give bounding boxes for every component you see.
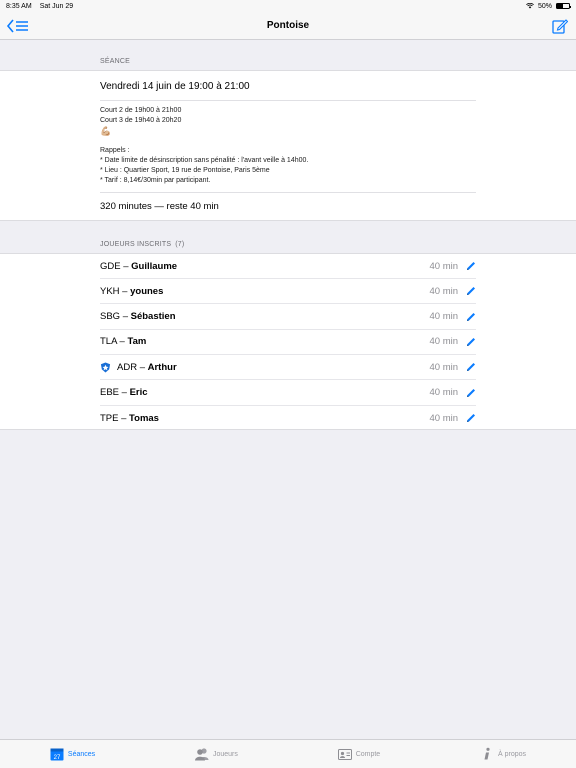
player-name: Guillaume [131,260,178,272]
tab-label: Séances [67,750,96,758]
pencil-edit-icon[interactable] [466,413,476,423]
player-name: Arthur [147,361,177,373]
reminder-line: * Lieu : Quartier Sport, 19 rue de Ponto… [100,167,270,174]
tab-compte[interactable]: Compte [337,747,381,761]
player-name: Sébastien [130,311,176,323]
tab-label: À propos [498,750,527,758]
player-name: younes [130,285,164,297]
players-header-label: JOUEURS INSCRITS [100,241,172,248]
divider [100,192,476,193]
player-row[interactable]: GDE – Guillaume 40 min [100,254,476,279]
player-row[interactable]: TPE – Tomas 40 min [100,406,476,431]
tab-a-propos[interactable]: À propos [480,747,526,761]
player-code: ADR – [117,361,148,373]
pencil-edit-icon[interactable] [466,261,476,271]
seance-card: Vendredi 14 juin de 19:00 à 21:00 Court … [0,70,576,221]
shield-badge-icon [100,362,111,373]
player-code: EBE – [100,387,130,398]
divider [100,100,476,101]
player-name: Tam [127,336,147,348]
calendar-day: 27 [54,755,61,761]
player-code: GDE – [100,260,132,272]
player-minutes: 40 min [429,387,458,398]
player-name: Eric [129,387,148,398]
reminders-title: Rappels : [100,147,130,154]
player-minutes: 40 min [429,260,458,272]
player-minutes: 40 min [429,361,458,373]
navigation-bar: Pontoise [0,12,576,40]
players-card: GDE – Guillaume 40 min YKH – younes 40 min S… [0,253,576,430]
player-code: TPE – [100,412,130,424]
player-row[interactable]: ADR – Arthur 40 min [100,355,476,381]
info-icon [484,747,490,760]
player-row[interactable]: SBG – Sébastien 40 min [100,305,476,330]
wifi-icon [526,3,534,9]
pencil-edit-icon[interactable] [466,312,476,322]
battery-percent: 50% [537,2,552,10]
battery-icon [556,3,571,9]
seance-notes: Court 2 de 19h00 à 21h00 Court 3 de 19h4… [100,106,308,186]
tab-label: Joueurs [212,750,238,758]
seance-date: Vendredi 14 juin de 19:00 à 21:00 [100,81,250,92]
player-name: Tomas [129,412,159,424]
compose-icon[interactable] [552,18,568,34]
flexed-biceps-emoji: 💪🏼 [100,126,112,136]
people-icon [194,748,209,761]
player-row[interactable]: YKH – younes 40 min [100,279,476,305]
pencil-edit-icon[interactable] [466,337,476,347]
court-line: Court 2 de 19h00 à 21h00 [100,107,182,114]
pencil-edit-icon[interactable] [466,286,476,296]
players-count: (7) [175,241,185,248]
tab-label: Compte [355,750,381,758]
player-code: YKH – [100,285,131,297]
player-minutes: 40 min [429,336,458,348]
status-time: 8:35 AM [6,2,32,10]
player-minutes: 40 min [429,412,458,424]
court-line: Court 3 de 19h40 à 20h20 [100,117,182,124]
tab-seances[interactable]: 27 Séances [50,747,95,761]
id-card-icon [337,749,352,760]
player-row[interactable]: TLA – Tam 40 min [100,330,476,355]
battery-fill [557,4,563,8]
back-menu-icon[interactable] [6,18,30,34]
pencil-edit-icon[interactable] [466,362,476,372]
player-code: SBG – [100,311,131,323]
seance-summary: 320 minutes — reste 40 min [100,201,219,212]
seance-section-header: SÉANCE [100,58,130,65]
tab-bar: 27 Séances Joueurs Compte À propos [0,739,576,768]
players-section-header: JOUEURS INSCRITS (7) [100,241,184,248]
reminder-line: * Date limite de désinscription sans pén… [100,157,309,164]
calendar-icon: 27 [50,748,64,761]
player-code: TLA – [100,336,128,348]
status-date: Sat Jun 29 [39,2,74,10]
tab-joueurs[interactable]: Joueurs [194,747,238,761]
pencil-edit-icon[interactable] [466,388,476,398]
status-bar: 8:35 AM Sat Jun 29 50% [0,0,576,12]
reminder-line: * Tarif : 8,14€/30min par participant. [100,177,211,184]
player-row[interactable]: EBE – Eric 40 min [100,381,476,406]
player-minutes: 40 min [429,311,458,323]
player-minutes: 40 min [429,285,458,297]
page-title: Pontoise [266,20,310,31]
